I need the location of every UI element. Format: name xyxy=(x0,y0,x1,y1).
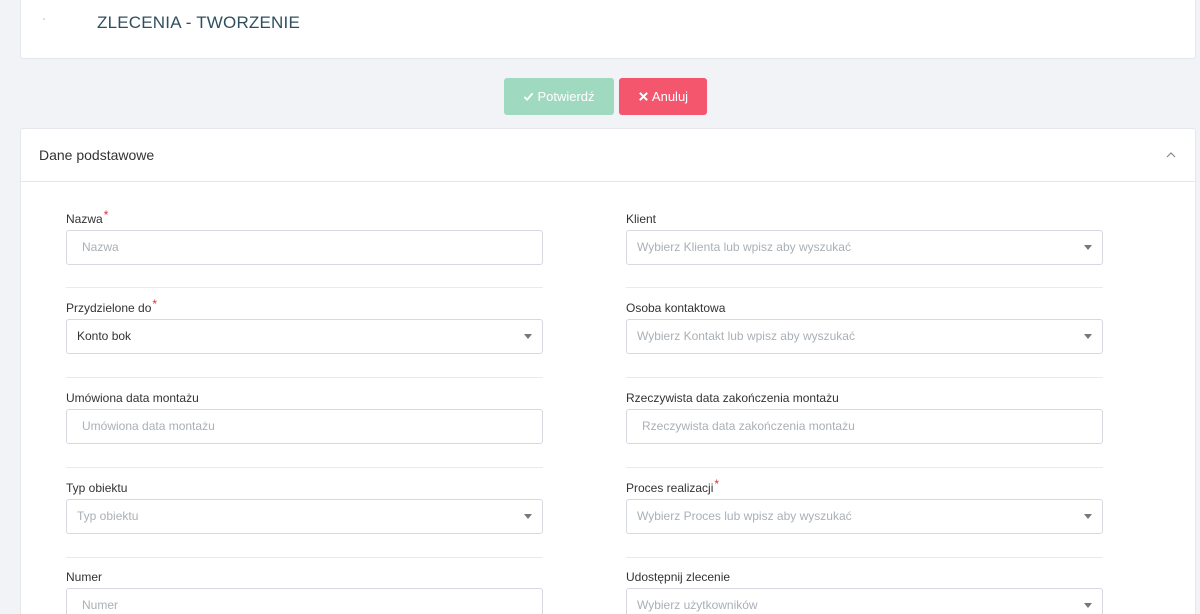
field-osoba-kontaktowa: Osoba kontaktowa Wybierz Kontakt lub wpi… xyxy=(626,301,1103,354)
udostepnij-select[interactable]: Wybierz użytkowników xyxy=(626,588,1103,614)
osoba-select[interactable]: Wybierz Kontakt lub wpisz aby wyszukać xyxy=(626,319,1103,354)
nazwa-label: Nazwa* xyxy=(66,208,109,226)
header-dot xyxy=(43,18,45,20)
field-numer: Numer Numer xyxy=(66,570,543,614)
klient-select[interactable]: Wybierz Klienta lub wpisz aby wyszukać xyxy=(626,230,1103,265)
panel-title: Dane podstawowe xyxy=(39,147,155,163)
page-title: ZLECENIA - TWORZENIE xyxy=(97,13,300,32)
field-typ-obiektu: Typ obiektu Typ obiektu xyxy=(66,481,543,534)
divider xyxy=(66,287,543,288)
close-icon xyxy=(639,92,648,101)
divider xyxy=(626,287,1103,288)
panel-header[interactable]: Dane podstawowe xyxy=(21,129,1195,182)
check-icon xyxy=(524,92,534,102)
required-mark: * xyxy=(103,208,109,222)
required-mark: * xyxy=(152,297,158,311)
confirm-label: Potwierdź xyxy=(537,89,595,104)
divider xyxy=(626,467,1103,468)
caret-down-icon xyxy=(1084,334,1092,339)
field-nazwa: Nazwa* Nazwa xyxy=(66,208,543,265)
caret-down-icon xyxy=(1084,245,1092,250)
osoba-label: Osoba kontaktowa xyxy=(626,301,726,315)
divider xyxy=(66,557,543,558)
field-przydzielone: Przydzielone do* Konto bok xyxy=(66,297,543,354)
field-proces: Proces realizacji* Wybierz Proces lub wp… xyxy=(626,477,1103,534)
cancel-label: Anuluj xyxy=(651,89,689,104)
confirm-button[interactable]: Potwierdź xyxy=(504,78,614,115)
caret-down-icon xyxy=(524,514,532,519)
caret-down-icon xyxy=(524,334,532,339)
proces-select[interactable]: Wybierz Proces lub wpisz aby wyszukać xyxy=(626,499,1103,534)
divider xyxy=(66,377,543,378)
data-zakonczenia-label: Rzeczywista data zakończenia montażu xyxy=(626,391,839,405)
data-zakonczenia-input[interactable]: Rzeczywista data zakończenia montażu xyxy=(626,409,1103,444)
data-montazu-input[interactable]: Umówiona data montażu xyxy=(66,409,543,444)
klient-label: Klient xyxy=(626,212,657,226)
udostepnij-label: Udostępnij zlecenie xyxy=(626,570,731,584)
divider xyxy=(66,467,543,468)
data-montazu-label: Umówiona data montażu xyxy=(66,391,199,405)
typ-obiektu-select[interactable]: Typ obiektu xyxy=(66,499,543,534)
numer-label: Numer xyxy=(66,570,103,584)
field-klient: Klient Wybierz Klienta lub wpisz aby wys… xyxy=(626,212,1103,265)
cancel-button[interactable]: Anuluj xyxy=(619,78,707,115)
typ-obiektu-label: Typ obiektu xyxy=(66,481,128,495)
nazwa-input[interactable]: Nazwa xyxy=(66,230,543,265)
field-data-zakonczenia: Rzeczywista data zakończenia montażu Rze… xyxy=(626,391,1103,444)
przydzielone-select[interactable]: Konto bok xyxy=(66,319,543,354)
numer-input[interactable]: Numer xyxy=(66,588,543,614)
przydzielone-label: Przydzielone do* xyxy=(66,297,158,315)
proces-label: Proces realizacji* xyxy=(626,477,720,495)
basic-data-panel: Dane podstawowe Nazwa* Nazwa Klient Wybi… xyxy=(20,128,1196,614)
chevron-up-icon[interactable] xyxy=(1165,149,1177,161)
divider xyxy=(626,557,1103,558)
field-udostepnij: Udostępnij zlecenie Wybierz użytkowników xyxy=(626,570,1103,614)
required-mark: * xyxy=(714,477,720,491)
page-header: ZLECENIA - TWORZENIE xyxy=(20,0,1196,59)
field-data-montazu: Umówiona data montażu Umówiona data mont… xyxy=(66,391,543,444)
form-actions: Potwierdź Anuluj xyxy=(504,78,707,115)
divider xyxy=(626,377,1103,378)
caret-down-icon xyxy=(1084,514,1092,519)
caret-down-icon xyxy=(1084,603,1092,608)
